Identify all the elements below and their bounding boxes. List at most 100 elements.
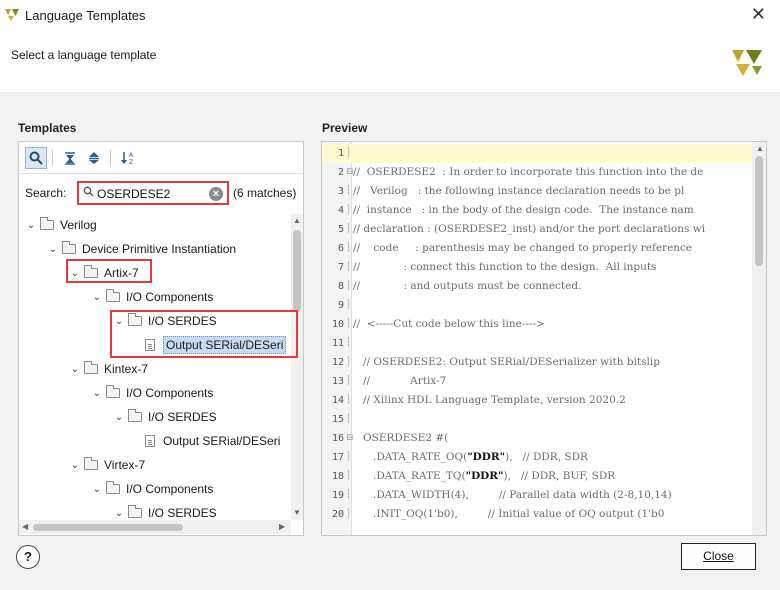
close-button[interactable]: Close	[681, 543, 756, 570]
line-number: 4	[337, 205, 344, 216]
line-number: 19	[331, 490, 344, 501]
chevron-down-icon[interactable]: ⌄	[69, 364, 81, 375]
line-number: 6	[337, 243, 344, 254]
code-text: OSERDESE2 #(	[353, 432, 449, 444]
fold-guide: ┆	[346, 281, 352, 291]
chevron-down-icon[interactable]: ⌄	[91, 388, 103, 399]
search-icon[interactable]	[25, 147, 47, 169]
tree-folder-item[interactable]: ⌄ Device Primitive Instantiation	[47, 238, 236, 260]
window-title: Language Templates	[25, 8, 146, 23]
folder-icon	[84, 361, 98, 374]
line-number: 17	[331, 452, 344, 463]
scroll-up-icon[interactable]: ▲	[756, 144, 764, 153]
folder-icon	[106, 289, 120, 302]
search-field-icon	[83, 186, 94, 197]
collapse-all-icon[interactable]	[59, 147, 81, 169]
tree-folder-item[interactable]: ⌄ Kintex-7	[69, 358, 148, 380]
search-row: Search: OSERDESE2 × (6 matches)	[19, 180, 303, 206]
chevron-down-icon[interactable]: ⌄	[91, 292, 103, 303]
line-number: 11	[331, 338, 344, 349]
code-line: 3 ┆// Verilog : the following instance de…	[322, 182, 752, 201]
folder-icon	[40, 217, 54, 230]
tree-folder-item[interactable]: ⌄ I/O Components	[91, 478, 213, 500]
help-button[interactable]: ?	[16, 545, 40, 569]
code-text: // Artix-7	[353, 375, 447, 387]
preview-vertical-scrollbar[interactable]: ▲	[752, 142, 766, 535]
expand-all-icon[interactable]	[83, 147, 105, 169]
code-text: .DATA_WIDTH(4), // Parallel data width (…	[353, 489, 672, 501]
code-line: 9 ┆	[322, 296, 752, 315]
line-number: 8	[337, 281, 344, 292]
clear-search-icon[interactable]: ×	[209, 187, 223, 201]
window-close-icon[interactable]: ✕	[751, 4, 766, 24]
line-number: 13	[331, 376, 344, 387]
vivado-brand-icon	[732, 50, 762, 76]
code-text: // declaration : (OSERDESE2_inst) and/or…	[353, 223, 706, 235]
scroll-thumb[interactable]	[755, 156, 763, 266]
tree-item-label: Output SERial/DESeri	[163, 434, 281, 448]
scroll-thumb[interactable]	[33, 524, 183, 531]
sort-icon[interactable]: AZ	[117, 147, 139, 169]
scroll-right-icon[interactable]: ▶	[279, 522, 285, 531]
fold-guide: ┆	[346, 243, 352, 253]
tree-folder-item[interactable]: ⌄ I/O SERDES	[113, 502, 217, 520]
folder-icon	[62, 241, 76, 254]
code-line: 7 ┆// : connect this function to the desi…	[322, 258, 752, 277]
chevron-down-icon[interactable]: ⌄	[69, 460, 81, 471]
toolbar-separator	[52, 150, 53, 166]
fold-guide: ┆	[346, 490, 352, 500]
scroll-up-icon[interactable]: ▲	[293, 216, 301, 225]
code-line: 11 ┆	[322, 334, 752, 353]
code-line: 19 ┆ .DATA_WIDTH(4), // Parallel data wid…	[322, 486, 752, 505]
tree-folder-item[interactable]: ⌄ Virtex-7	[69, 454, 145, 476]
chevron-down-icon[interactable]: ⌄	[113, 508, 125, 519]
chevron-down-icon[interactable]: ⌄	[113, 412, 125, 423]
tree-vertical-scrollbar[interactable]: ▲ ▼	[291, 214, 303, 520]
code-line: 1 ┆	[322, 144, 752, 163]
line-number: 18	[331, 471, 344, 482]
line-number: 3	[337, 186, 344, 197]
fold-guide: ┆	[346, 262, 352, 272]
fold-guide: ┆	[346, 148, 352, 158]
code-line: 14 ┆ // Xilinx HDL Language Template, ver…	[322, 391, 752, 410]
code-text: .DATA_RATE_TQ("DDR"), // DDR, BUF, SDR	[353, 470, 616, 482]
code-text: // code : parenthesis may be changed to …	[353, 242, 693, 254]
highlight-io-serdes	[110, 310, 298, 358]
chevron-down-icon[interactable]: ⌄	[91, 484, 103, 495]
dialog-subtitle: Select a language template	[11, 48, 157, 62]
line-number: 2	[337, 167, 344, 178]
code-text: // : connect this function to the design…	[353, 261, 657, 273]
tree-horizontal-scrollbar[interactable]: ◀ ▶	[19, 520, 291, 534]
scroll-left-icon[interactable]: ◀	[22, 522, 28, 531]
tree-folder-item[interactable]: ⌄ I/O SERDES	[113, 406, 217, 428]
tree-folder-item[interactable]: ⌄ I/O Components	[91, 382, 213, 404]
code-line: 17 ┆ .DATA_RATE_OQ("DDR"), // DDR, SDR	[322, 448, 752, 467]
tree-item-label: Kintex-7	[104, 362, 149, 376]
svg-text:A: A	[129, 152, 134, 159]
fold-guide: ┆	[346, 338, 352, 348]
code-line: 18 ┆ .DATA_RATE_TQ("DDR"), // DDR, BUF, S…	[322, 467, 752, 486]
line-number: 7	[337, 262, 344, 273]
chevron-down-icon[interactable]: ⌄	[47, 244, 59, 255]
tree-folder-item[interactable]: ⌄ I/O Components	[91, 286, 213, 308]
search-value[interactable]: OSERDESE2	[97, 187, 170, 201]
scroll-thumb[interactable]	[293, 230, 301, 312]
line-number: 15	[331, 414, 344, 425]
code-text: // : and outputs must be connected.	[353, 280, 582, 292]
chevron-down-icon[interactable]: ⌄	[25, 220, 37, 231]
search-input[interactable]: OSERDESE2 ×	[77, 181, 229, 205]
highlight-artix7	[66, 259, 152, 283]
templates-label: Templates	[18, 121, 77, 135]
line-number: 5	[337, 224, 344, 235]
code-line: 4 ┆// instance : in the body of the desig…	[322, 201, 752, 220]
code-text: .DATA_RATE_OQ("DDR"), // DDR, SDR	[353, 451, 588, 463]
tree-item-label: I/O Components	[126, 482, 214, 496]
tree-template-item[interactable]: Output SERial/DESeri	[135, 430, 280, 452]
code-line: 2 ⊟// OSERDESE2 : In order to incorporate…	[322, 163, 752, 182]
fold-guide: ┆	[346, 414, 352, 424]
match-count: (6 matches)	[233, 186, 297, 200]
scroll-down-icon[interactable]: ▼	[293, 508, 301, 517]
code-line: 6 ┆// code : parenthesis may be changed t…	[322, 239, 752, 258]
fold-guide: ┆	[346, 376, 352, 386]
tree-folder-item[interactable]: ⌄ Verilog	[25, 214, 97, 236]
